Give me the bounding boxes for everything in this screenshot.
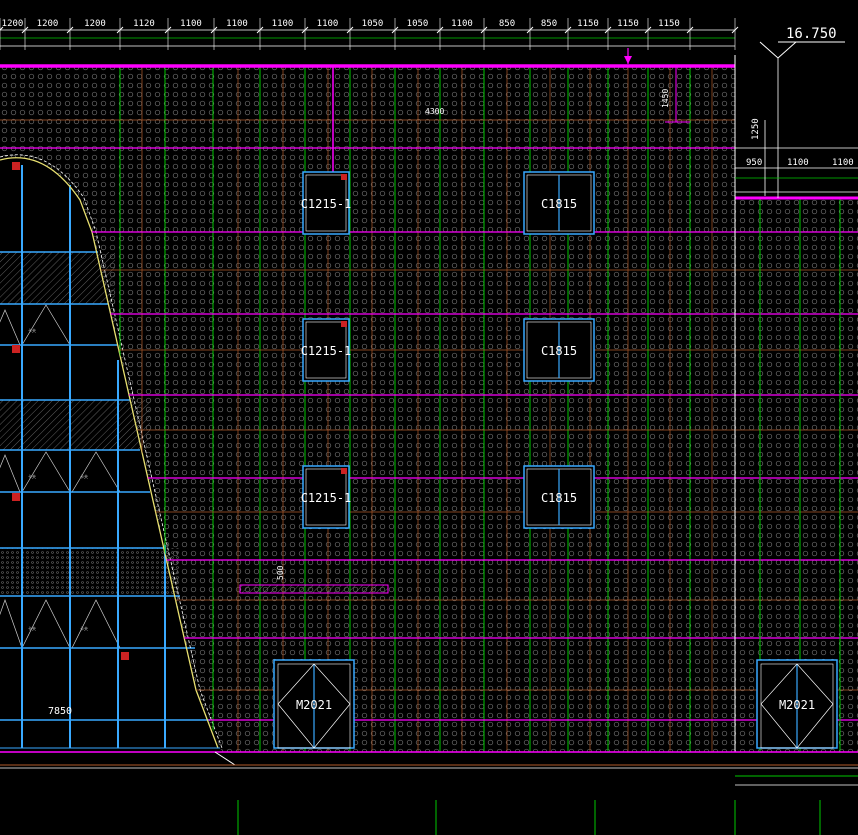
top-dim-11: 1100 [451,19,473,29]
elevation-mark: 16.750 [759,26,845,198]
window-left-label: C1215-1 [301,344,352,358]
top-dim-3: 1200 [84,19,106,29]
top-dim-6: 1100 [226,19,248,29]
top-dim-1: 1200 [2,19,24,29]
annotation-4: 卡夫 [28,625,36,631]
vertical-dim-a: 1450 [661,89,670,108]
window-left-label: C1215-1 [301,491,352,505]
annotation-1: 卡夫 [28,327,36,333]
small-dim: 500 [276,565,285,580]
top-dim-10: 1050 [407,19,429,29]
top-dim-14: 1150 [577,19,599,29]
window-right-label: C1815 [541,344,577,358]
bottom-left-dimension: 7850 [48,706,72,717]
top-dim-9: 1050 [362,19,384,29]
door-label: M2021 [779,698,815,712]
window-left-label: C1215-1 [301,197,352,211]
door-label: M2021 [296,698,332,712]
window-right-label: C1815 [541,491,577,505]
elevation-value: 16.750 [786,26,837,42]
top-dim-7: 1100 [272,19,294,29]
cad-elevation-drawing: 卡夫 卡夫 卡夫 卡夫 卡夫 7850 1200 1200 1200 1120 … [0,0,858,835]
top-dim-12: 850 [499,19,515,29]
right-dim-1: 950 [746,158,762,168]
right-dim-3: 1100 [832,158,854,168]
top-dim-5: 1100 [180,19,202,29]
annotation-2: 卡夫 [28,473,36,479]
window-right-label: C1815 [541,197,577,211]
top-dim-8: 1100 [317,19,339,29]
span-label: 4300 [425,107,444,116]
top-dim-15: 1150 [617,19,639,29]
top-dim-2: 1200 [37,19,59,29]
top-dimension-chain: 1200 1200 1200 1120 1100 1100 1100 1100 1050 1050… [0,18,739,50]
right-dim-2: 1100 [787,158,809,168]
ground-lines [0,747,858,835]
annotation-5: 卡夫 [80,625,88,631]
top-dim-16: 1150 [658,19,680,29]
top-dim-13: 850 [541,19,557,29]
elevation-svg: 卡夫 卡夫 卡夫 卡夫 卡夫 7850 1200 1200 1200 1120 … [0,18,858,835]
right-dimension-chain: 950 1100 1100 1250 [735,118,858,196]
top-dim-4: 1120 [133,19,155,29]
vertical-dim-b: 1250 [751,118,761,140]
annotation-3: 卡夫 [80,473,88,479]
